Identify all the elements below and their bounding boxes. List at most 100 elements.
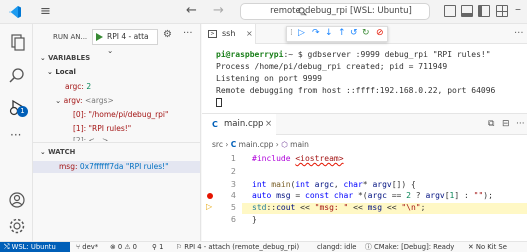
step-into-icon[interactable]: ↓	[325, 28, 333, 38]
step-over-icon[interactable]: ↷	[312, 28, 320, 38]
var-name: argc:	[65, 82, 84, 91]
status-bar: ⤭ WSL: Ubuntu ⑂ dev* ⊗ 0 ⚠ 0 ⚲ 1 ⚐ RPI 4…	[0, 241, 527, 252]
code-line-4[interactable]: auto msg = const char *(argc == 2 ? argv…	[252, 191, 493, 200]
line-number: 1	[230, 154, 236, 163]
launch-config-select[interactable]: RPI 4 - atta ⌄	[92, 29, 158, 55]
cpp-file-icon: C	[212, 120, 218, 129]
branch-label: dev*	[82, 243, 99, 251]
chevron-down-icon: ⌄	[107, 46, 114, 55]
prompt-command: :~ $ gdbserver :9999 debug_rpi "RPI rule…	[283, 50, 491, 59]
section-divider	[33, 142, 200, 143]
var-argv-0[interactable]: [0]: "/home/pi/debug_rpi"	[73, 110, 168, 119]
cmake-status[interactable]: ⓘ CMake: [Debug]: Ready	[365, 242, 454, 252]
local-scope[interactable]: ⌄ Local	[47, 68, 76, 76]
breadcrumb: src › C main.cpp › ⬡ main	[212, 140, 309, 149]
git-branch[interactable]: ⑂ dev*	[76, 242, 98, 252]
clangd-status[interactable]: clangd: idle	[317, 242, 356, 252]
sidebar-more-icon[interactable]: ···	[183, 28, 193, 39]
ports-label: 1	[159, 243, 164, 251]
tab-label: ssh	[222, 29, 236, 38]
remote-indicator[interactable]: ⤭ WSL: Ubuntu	[0, 242, 70, 252]
var-value: "/home/pi/debug_rpi"	[88, 110, 169, 119]
var-argv-1[interactable]: [1]: "RPI rules!"	[73, 124, 131, 133]
launch-settings-gear-icon[interactable]: ⚙	[163, 29, 172, 40]
tab-main-cpp[interactable]: C main.cpp ×	[202, 114, 276, 135]
var-argv-2[interactable]: [2]: <...>	[73, 136, 108, 141]
launch-indicator[interactable]: ⚐ RPI 4 - attach (remote_debug_rpi)	[176, 242, 299, 252]
breakpoint-icon[interactable]	[207, 193, 213, 199]
command-center-search[interactable]: remote_debug_rpi [WSL: Ubuntu]	[240, 3, 430, 20]
toggle-sidebar-icon[interactable]	[444, 5, 456, 17]
remote-label: WSL: Ubuntu	[11, 243, 56, 251]
search-sidebar-icon[interactable]	[7, 66, 27, 86]
launch-config-label: RPI 4 - atta	[107, 32, 149, 41]
explorer-icon[interactable]	[7, 32, 27, 52]
breadcrumb-function[interactable]: main	[290, 140, 309, 149]
code-line-5[interactable]: std::cout << "msg: " << msg << "\n";	[252, 203, 425, 212]
restart-icon[interactable]: ↻	[362, 28, 370, 38]
editor-tabs: C main.cpp × ⧉ ⊟ ···	[202, 114, 527, 135]
problems-indicator[interactable]: ⊗ 0 ⚠ 0	[110, 242, 137, 252]
var-argc[interactable]: argc: 2	[65, 82, 91, 91]
terminal-more-icon[interactable]: ···	[514, 28, 524, 39]
close-icon[interactable]: ×	[265, 114, 272, 135]
debug-sidebar: RUN AN... RPI 4 - atta ⌄ ⚙ ··· ⌄ VARIABL…	[33, 24, 201, 241]
line-number: 4	[230, 191, 236, 200]
back-arrow-icon[interactable]: ←	[186, 3, 197, 18]
restart-frame-icon[interactable]: ↺	[350, 28, 358, 38]
ports-indicator[interactable]: ⚲ 1	[152, 242, 163, 252]
var-value: "RPI rules!"	[88, 124, 132, 133]
close-icon[interactable]: ×	[246, 24, 253, 44]
line-number: 3	[230, 180, 236, 189]
terminal-line-2: Process /home/pi/debug_rpi created; pid …	[216, 62, 448, 71]
editor-more-icon[interactable]: ···	[516, 119, 525, 129]
variables-section-header[interactable]: ⌄ VARIABLES	[40, 54, 90, 62]
step-out-icon[interactable]: ↑	[338, 28, 346, 38]
forward-arrow-icon[interactable]: →	[213, 3, 224, 18]
code-line-1[interactable]: #include <iostream>	[252, 154, 344, 163]
watch-expression[interactable]: msg: 0x7ffffff7da "RPI rules!"	[59, 162, 169, 171]
kit-icon: ✕	[468, 243, 476, 251]
manage-gear-icon[interactable]	[7, 216, 27, 236]
sidebar-title: RUN AN...	[53, 33, 88, 41]
search-icon	[298, 7, 307, 16]
terminal-tabs: > ssh × ⁞ ▷ ↷ ↓ ↑ ↺ ↻ ⊘ ···	[202, 24, 527, 44]
var-name: [0]:	[73, 110, 87, 119]
more-views-icon[interactable]: ···	[10, 128, 21, 142]
function-icon: ⬡	[281, 140, 288, 149]
tab-ssh[interactable]: > ssh ×	[202, 24, 256, 44]
variables-label: VARIABLES	[48, 54, 91, 62]
minimize-icon[interactable]: –	[515, 2, 521, 16]
cpp-file-icon: C	[230, 140, 237, 149]
continue-icon[interactable]: ▷	[298, 28, 305, 38]
code-line-6[interactable]: }	[252, 215, 257, 224]
start-debug-icon[interactable]	[96, 33, 103, 41]
var-argv[interactable]: ⌄ argv: <args>	[55, 96, 114, 105]
toggle-panel-icon[interactable]	[461, 5, 473, 17]
drag-handle-icon[interactable]: ⁞	[290, 28, 293, 38]
debug-badge: 1	[17, 106, 28, 117]
split-editor-icon[interactable]: ⧉	[488, 119, 494, 129]
toggle-layout-icon[interactable]: ⊟	[502, 119, 510, 129]
account-icon[interactable]	[7, 190, 27, 210]
terminal-cursor[interactable]	[216, 98, 222, 107]
var-name: [1]:	[73, 124, 87, 133]
kit-label: No Kit Se	[475, 243, 507, 251]
breadcrumb-src[interactable]: src	[212, 140, 223, 149]
code-line-3[interactable]: int main(int argc, char* argv[]) {	[252, 180, 416, 189]
menu-icon[interactable]: ≡	[40, 4, 51, 19]
toggle-secondary-sidebar-icon[interactable]	[478, 5, 490, 17]
kit-status[interactable]: ✕ No Kit Se	[468, 242, 507, 252]
line-number: 2	[230, 167, 236, 176]
breadcrumb-file[interactable]: main.cpp	[239, 140, 274, 149]
local-label: Local	[55, 68, 76, 76]
prompt-user: pi@raspberrypi	[216, 50, 284, 59]
activity-bar: 1 ···	[0, 24, 33, 241]
watch-section-header[interactable]: ⌄ WATCH	[40, 148, 75, 156]
current-execution-arrow-icon: ▷	[206, 202, 213, 211]
title-bar: ≡ ← → remote_debug_rpi [WSL: Ubuntu] –	[0, 0, 527, 24]
remote-icon: ⤭	[4, 243, 12, 251]
disconnect-icon[interactable]: ⊘	[376, 28, 384, 38]
watch-value: 0x7ffffff7da "RPI rules!"	[79, 162, 169, 171]
customize-layout-icon[interactable]	[496, 5, 508, 17]
